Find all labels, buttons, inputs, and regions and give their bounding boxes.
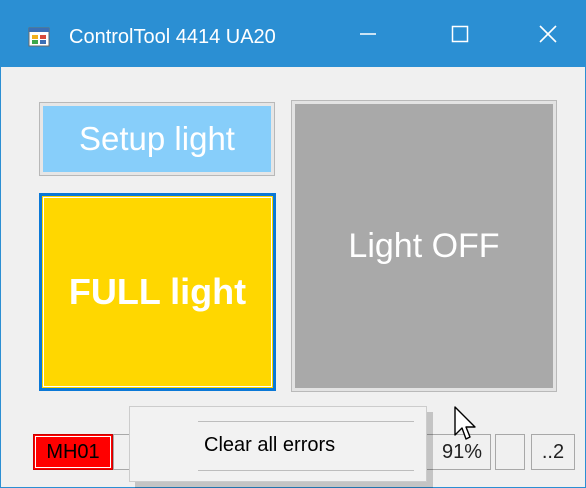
clear-all-errors-menu-item[interactable]: Clear all errors [178, 424, 422, 466]
app-window: ControlTool 4414 UA20 Setup light FULL l… [0, 0, 586, 488]
window-title: ControlTool 4414 UA20 [69, 26, 276, 48]
status-panel-empty-2 [495, 434, 525, 470]
mouse-cursor-icon [454, 406, 476, 440]
close-icon [539, 25, 557, 43]
context-menu-divider-top [198, 421, 414, 422]
minimize-button[interactable] [325, 1, 411, 67]
title-bar[interactable]: ControlTool 4414 UA20 [1, 1, 585, 67]
close-button[interactable] [505, 1, 586, 67]
full-light-button[interactable]: FULL light [39, 193, 276, 391]
context-menu-divider-bottom [198, 470, 414, 471]
minimize-icon [360, 33, 376, 35]
app-window-icon [28, 27, 50, 47]
status-page: ..2 [531, 434, 575, 470]
context-menu: Clear all errors [129, 406, 427, 482]
setup-light-button[interactable]: Setup light [39, 102, 275, 176]
status-mh-indicator: MH01 [33, 434, 113, 470]
context-menu-gutter [131, 408, 177, 480]
light-off-button[interactable]: Light OFF [291, 100, 557, 392]
maximize-icon [451, 25, 469, 43]
maximize-button[interactable] [417, 1, 503, 67]
